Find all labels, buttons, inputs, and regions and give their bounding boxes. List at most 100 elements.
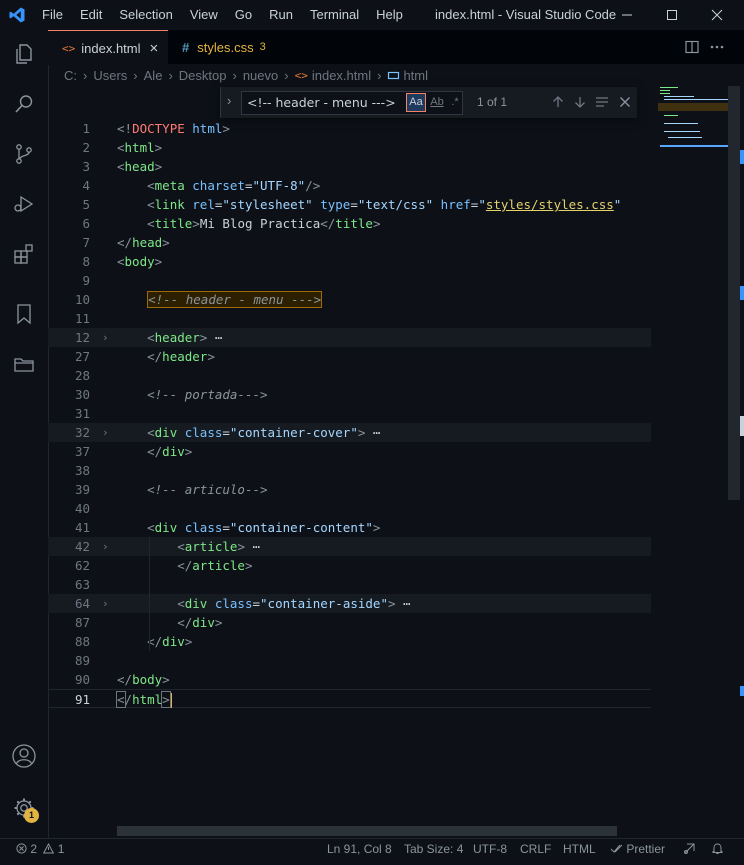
code-line[interactable]: 89 bbox=[48, 651, 651, 670]
chevron-right-icon[interactable]: › bbox=[102, 537, 112, 556]
chevron-right-icon[interactable]: › bbox=[102, 594, 112, 613]
menu-file[interactable]: File bbox=[42, 0, 63, 30]
menu-help[interactable]: Help bbox=[376, 0, 403, 30]
explorer-button[interactable] bbox=[0, 34, 48, 74]
maximize-icon bbox=[667, 10, 677, 20]
horizontal-scrollbar[interactable] bbox=[117, 826, 617, 836]
code-line[interactable]: 2 <html> bbox=[48, 138, 651, 157]
code-line[interactable]: 63 bbox=[48, 575, 651, 594]
code-line[interactable]: 90 </body> bbox=[48, 670, 651, 689]
minimap[interactable] bbox=[658, 85, 728, 150]
breadcrumb-item[interactable]: Users bbox=[93, 68, 127, 83]
run-debug-button[interactable] bbox=[0, 184, 48, 224]
find-in-selection-icon[interactable] bbox=[595, 95, 609, 109]
chevron-right-icon[interactable]: › bbox=[102, 328, 112, 347]
maximize-button[interactable] bbox=[657, 0, 687, 30]
code-line[interactable]: 11 bbox=[48, 309, 651, 328]
feedback-button[interactable] bbox=[683, 839, 696, 859]
code-line[interactable]: 40 bbox=[48, 499, 651, 518]
menu-terminal[interactable]: Terminal bbox=[310, 0, 359, 30]
code-line[interactable]: 9 bbox=[48, 271, 651, 290]
problems-indicator[interactable]: 2 1 bbox=[16, 839, 64, 859]
code-line[interactable]: 28 bbox=[48, 366, 651, 385]
code-line[interactable]: 4 <meta charset="UTF-8"/> bbox=[48, 176, 651, 195]
menu-edit[interactable]: Edit bbox=[80, 0, 102, 30]
breadcrumb-item[interactable]: Ale bbox=[144, 68, 163, 83]
indentation[interactable]: Tab Size: 4 bbox=[404, 839, 463, 859]
menu-view[interactable]: View bbox=[190, 0, 218, 30]
menu-run[interactable]: Run bbox=[269, 0, 293, 30]
prettier-status[interactable]: Prettier bbox=[610, 839, 665, 859]
code-line[interactable]: 37 </div> bbox=[48, 442, 651, 461]
match-case-button[interactable]: Aa bbox=[406, 93, 426, 112]
menu-selection[interactable]: Selection bbox=[119, 0, 172, 30]
folded-region-ellipsis[interactable]: ⋯ bbox=[253, 539, 261, 554]
toggle-replace-icon[interactable]: › bbox=[227, 93, 231, 108]
previous-match-icon[interactable] bbox=[551, 95, 565, 109]
code-line[interactable]: 88 </div> bbox=[48, 632, 651, 651]
code-line[interactable]: 8 <body> bbox=[48, 252, 651, 271]
code-line[interactable]: 31 bbox=[48, 404, 651, 423]
breadcrumb-item[interactable]: nuevo bbox=[243, 68, 278, 83]
notifications-button[interactable] bbox=[711, 839, 724, 859]
vertical-scrollbar[interactable] bbox=[728, 86, 740, 500]
encoding[interactable]: UTF-8 bbox=[473, 839, 507, 859]
regex-button[interactable]: .* bbox=[448, 94, 462, 111]
code-line[interactable]: 39 <!-- articulo--> bbox=[48, 480, 651, 499]
code-line[interactable]: 41 <div class="container-content"> bbox=[48, 518, 651, 537]
minimize-button[interactable] bbox=[612, 0, 642, 30]
next-match-icon[interactable] bbox=[573, 95, 587, 109]
code-line[interactable]: 64 › <div class="container-aside"> ⋯ bbox=[48, 594, 651, 613]
code-line[interactable]: 12 › <header> ⋯ bbox=[48, 328, 651, 347]
code-line[interactable]: 32 › <div class="container-cover"> ⋯ bbox=[48, 423, 651, 442]
manage-button[interactable] bbox=[0, 788, 48, 828]
tab-styles-css[interactable]: # styles.css 3 bbox=[168, 30, 278, 64]
split-editor-button[interactable] bbox=[684, 30, 700, 64]
code-line[interactable]: 5 <link rel="stylesheet" type="text/css"… bbox=[48, 195, 651, 214]
code-line[interactable]: 1 <!DOCTYPE html> bbox=[48, 119, 651, 138]
chevron-right-icon[interactable]: › bbox=[102, 423, 112, 442]
line-number: 12 bbox=[74, 330, 90, 345]
folded-region-ellipsis[interactable]: ⋯ bbox=[215, 330, 223, 345]
cursor-position[interactable]: Ln 91, Col 8 bbox=[327, 839, 392, 859]
tab-index-html[interactable]: <> index.html × bbox=[48, 30, 168, 65]
whole-word-button[interactable]: Ab bbox=[428, 94, 446, 111]
more-actions-button[interactable] bbox=[709, 30, 725, 64]
code-line[interactable]: 6 <title>Mi Blog Practica</title> bbox=[48, 214, 651, 233]
code-line[interactable]: 30 <!-- portada---> bbox=[48, 385, 651, 404]
project-manager-button[interactable] bbox=[0, 344, 48, 384]
extensions-button[interactable] bbox=[0, 234, 48, 274]
breadcrumb-separator: › bbox=[133, 67, 138, 83]
code-line[interactable]: 7 </head> bbox=[48, 233, 651, 252]
line-ending[interactable]: CRLF bbox=[520, 839, 551, 859]
find-input[interactable]: <!-- header - menu ---> Aa Ab .* bbox=[241, 91, 463, 115]
code-line[interactable]: 10 <!-- header - menu ---> bbox=[48, 290, 651, 309]
code-line[interactable]: 38 bbox=[48, 461, 651, 480]
code-line[interactable]: 3 <head> bbox=[48, 157, 651, 176]
menu-go[interactable]: Go bbox=[235, 0, 252, 30]
accounts-button[interactable] bbox=[0, 736, 48, 776]
stylesheet-link[interactable]: styles/styles.css bbox=[486, 197, 614, 212]
breadcrumb-item[interactable]: html bbox=[403, 68, 428, 83]
code-line[interactable]: 27 </header> bbox=[48, 347, 651, 366]
folded-region-ellipsis[interactable]: ⋯ bbox=[373, 425, 381, 440]
folded-region-ellipsis[interactable]: ⋯ bbox=[403, 596, 411, 611]
close-tab-icon[interactable]: × bbox=[150, 40, 159, 57]
bookmarks-button[interactable] bbox=[0, 294, 48, 334]
breadcrumb-item[interactable]: Desktop bbox=[179, 68, 227, 83]
breadcrumb-item[interactable]: index.html bbox=[312, 68, 371, 83]
code-line[interactable]: 42 › <article> ⋯ bbox=[48, 537, 651, 556]
close-window-button[interactable] bbox=[702, 0, 732, 30]
html-file-icon: <> bbox=[294, 68, 308, 82]
current-line[interactable]: 91 </html> bbox=[48, 689, 651, 708]
source-control-button[interactable] bbox=[0, 134, 48, 174]
code-line[interactable]: 87 </div> bbox=[48, 613, 651, 632]
search-button[interactable] bbox=[0, 84, 48, 124]
html-file-icon: <> bbox=[62, 41, 76, 55]
code-line[interactable]: 62 </article> bbox=[48, 556, 651, 575]
language-mode[interactable]: HTML bbox=[563, 839, 596, 859]
close-find-icon[interactable] bbox=[619, 96, 631, 108]
breadcrumb-item[interactable]: C: bbox=[64, 68, 77, 83]
breadcrumb-separator: › bbox=[83, 67, 88, 83]
line-content: <header> ⋯ bbox=[147, 330, 223, 345]
